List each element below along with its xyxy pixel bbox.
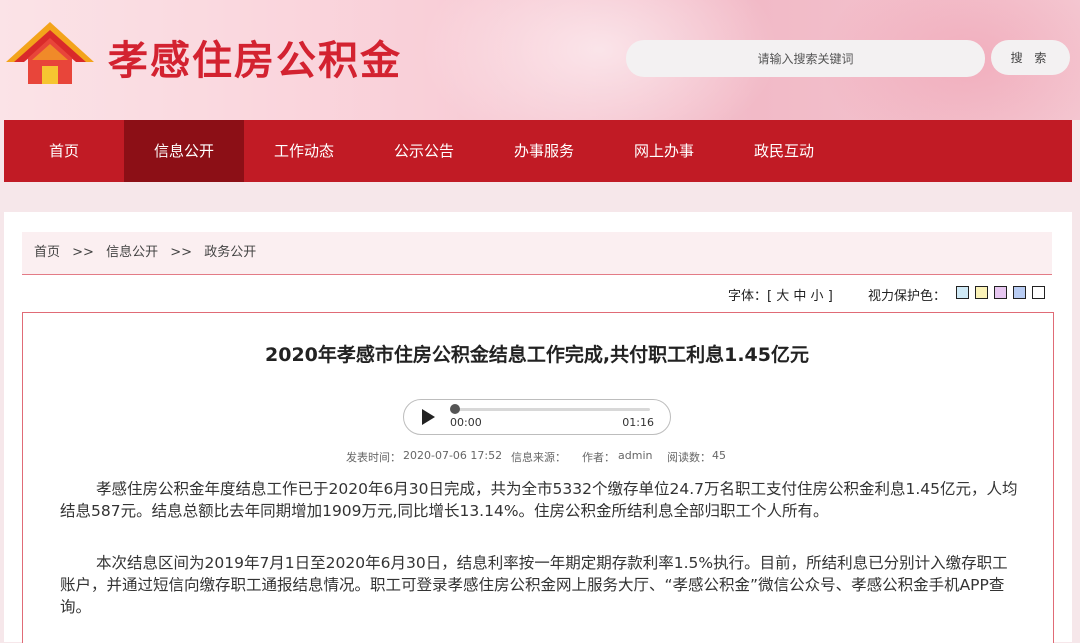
breadcrumb-home[interactable]: 首页 [34, 232, 60, 274]
breadcrumb-separator: >> [170, 245, 193, 260]
article-paragraph-text: 孝感住房公积金年度结息工作已于2020年6月30日完成，共为全市5332个缴存单… [60, 480, 1018, 520]
nav-item-work-news[interactable]: 工作动态 [244, 120, 364, 182]
reading-tools: 字体：[ 大 中 小 ] 视力保护色： [0, 285, 1050, 304]
font-size-close-bracket: ] [827, 289, 833, 304]
reads-label: 阅读数： [667, 451, 711, 464]
publish-time: 2020-07-06 17:52 [403, 449, 503, 462]
font-size-medium[interactable]: 中 [793, 289, 806, 304]
color-swatch-lightblue[interactable] [1013, 286, 1026, 299]
font-size-large[interactable]: 大 [776, 289, 789, 304]
audio-progress-knob[interactable] [450, 404, 460, 414]
eye-protection-label: 视力保护色： [868, 289, 947, 304]
article-paragraph: 本次结息区间为2019年7月1日至2020年6月30日，结息利率按一年期定期存款… [60, 552, 1020, 618]
main-nav: 首页 信息公开 工作动态 公示公告 办事服务 网上办事 政民互动 [4, 120, 1072, 182]
article-paragraph: 孝感住房公积金年度结息工作已于2020年6月30日完成，共为全市5332个缴存单… [60, 478, 1020, 522]
nav-item-home[interactable]: 首页 [4, 120, 124, 182]
site-title[interactable]: 孝感住房公积金 [108, 28, 402, 86]
publish-time-label: 发表时间： [346, 451, 401, 464]
breadcrumb-info-disclosure[interactable]: 信息公开 [106, 232, 158, 274]
breadcrumb-gov-affairs[interactable]: 政务公开 [204, 232, 256, 274]
font-size-control: 字体：[ 大 中 小 ] [728, 285, 833, 304]
search-button[interactable]: 搜 索 [991, 40, 1070, 75]
play-icon[interactable] [422, 409, 435, 425]
audio-progress-track[interactable] [454, 408, 650, 411]
color-swatch-yellow[interactable] [975, 286, 988, 299]
author-value: admin [618, 449, 653, 462]
font-size-label: 字体：[ [728, 289, 773, 304]
audio-player: 00:00 01:16 [403, 399, 671, 435]
house-logo-icon[interactable] [6, 22, 94, 88]
nav-item-interaction[interactable]: 政民互动 [724, 120, 844, 182]
color-swatch-blue[interactable] [956, 286, 969, 299]
nav-item-announcements[interactable]: 公示公告 [364, 120, 484, 182]
color-swatch-purple[interactable] [994, 286, 1007, 299]
article-title: 2020年孝感市住房公积金结息工作完成,共付职工利息1.45亿元 [265, 344, 809, 366]
breadcrumb-separator: >> [72, 245, 94, 260]
audio-duration: 01:16 [622, 416, 654, 429]
author-label: 作者： [582, 451, 615, 464]
audio-current-time: 00:00 [450, 416, 482, 429]
article-meta: 发表时间： 2020-07-06 17:52 信息来源： 作者： admin 阅… [0, 449, 1080, 464]
nav-item-services[interactable]: 办事服务 [484, 120, 604, 182]
source-label: 信息来源： [511, 451, 566, 464]
reads-value: 45 [712, 449, 726, 462]
font-size-small[interactable]: 小 [811, 289, 824, 304]
article-paragraph-text: 本次结息区间为2019年7月1日至2020年6月30日，结息利率按一年期定期存款… [60, 554, 1008, 616]
nav-item-online-services[interactable]: 网上办事 [604, 120, 724, 182]
search-input[interactable] [626, 40, 985, 77]
breadcrumb: 首页 >> 信息公开 >> 政务公开 [22, 232, 1052, 275]
nav-item-info-disclosure[interactable]: 信息公开 [124, 120, 244, 182]
site-header: 孝感住房公积金 搜 索 [0, 0, 1080, 120]
color-swatch-white[interactable] [1032, 286, 1045, 299]
